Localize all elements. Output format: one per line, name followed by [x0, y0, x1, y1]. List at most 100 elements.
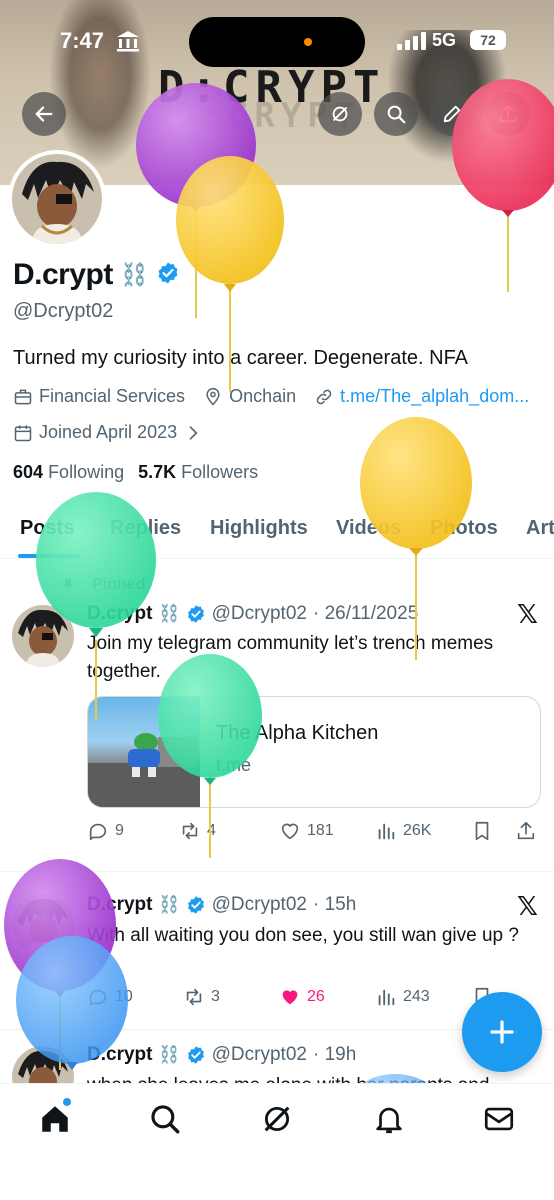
profile-handle: @Dcrypt02	[13, 300, 114, 322]
active-tab-indicator	[18, 554, 80, 558]
chain-emoji: ⛓️	[158, 895, 180, 914]
link-preview-image	[88, 697, 200, 807]
avatar-image	[12, 154, 102, 244]
chain-emoji: ⛓️	[158, 604, 180, 623]
search-icon	[387, 105, 406, 124]
grok-icon	[332, 106, 348, 122]
views-button[interactable]: 243	[375, 986, 430, 1008]
views-icon	[378, 989, 395, 1006]
profile-meta-row: Financial Services Onchain t.me/The_alpl…	[13, 386, 529, 407]
post-avatar[interactable]	[12, 605, 74, 667]
like-button[interactable]: 181	[279, 820, 334, 842]
nav-search[interactable]	[148, 1102, 182, 1136]
reply-icon	[89, 823, 107, 841]
status-time: 7:47	[60, 28, 105, 53]
profile-link[interactable]: t.me/The_alplah_dom...	[340, 386, 529, 407]
profile-joined-row[interactable]: Joined April 2023	[13, 422, 203, 443]
repost-icon	[186, 988, 202, 1006]
home-icon	[42, 1106, 68, 1132]
search-button[interactable]	[374, 92, 418, 136]
battery-icon: 72	[470, 30, 506, 50]
link-icon	[316, 389, 332, 404]
link-preview-card[interactable]: The Alpha Kitchen t.me	[87, 696, 541, 808]
home-notification-dot	[63, 1098, 71, 1106]
post-header: D.crypt ⛓️ @Dcrypt02 · 15h	[87, 894, 356, 916]
tab-videos[interactable]: Videos	[336, 517, 401, 540]
briefcase-icon	[14, 389, 32, 404]
followers-label: Followers	[181, 462, 259, 482]
reply-count: 10	[115, 988, 133, 1005]
repost-button[interactable]: 4	[179, 820, 216, 842]
tab-replies[interactable]: Replies	[110, 517, 181, 540]
verified-badge-icon	[187, 896, 204, 914]
reply-button[interactable]: 10	[87, 986, 133, 1008]
post-author-handle: @Dcrypt02	[211, 1044, 307, 1065]
reply-count: 9	[115, 822, 124, 839]
nav-grok[interactable]	[260, 1102, 294, 1136]
tab-photos[interactable]: Photos	[430, 517, 498, 540]
signal-icon	[397, 32, 426, 50]
x-logo-icon: 𝕏	[517, 892, 538, 922]
reply-button[interactable]: 9	[87, 820, 124, 842]
edit-icon	[443, 105, 461, 123]
tab-highlights[interactable]: Highlights	[210, 517, 308, 540]
profile-bio: Turned my curiosity into a career. Degen…	[13, 347, 469, 369]
profile-category: Financial Services	[39, 386, 186, 406]
like-button[interactable]: 26	[279, 986, 325, 1008]
post-author-name[interactable]: D.crypt	[87, 894, 152, 916]
nav-home[interactable]	[38, 1102, 72, 1136]
profile-location: Onchain	[229, 386, 297, 406]
dynamic-island	[189, 17, 365, 67]
compose-button[interactable]	[462, 992, 542, 1072]
network-type: 5G	[432, 30, 457, 50]
post-item[interactable]: D.crypt ⛓️ @Dcrypt02 · 26/11/2025 𝕏 Join…	[0, 560, 554, 872]
grok-button[interactable]	[318, 92, 362, 136]
post-author-name[interactable]: D.crypt	[87, 1044, 152, 1066]
post-timestamp: · 19h	[312, 1044, 357, 1065]
post-author-name[interactable]: D.crypt	[87, 603, 152, 625]
share-button[interactable]	[486, 92, 530, 136]
followers-link[interactable]: 5.7K Followers	[138, 462, 258, 483]
chevron-right-icon	[189, 425, 198, 440]
following-link[interactable]: 604 Following	[13, 462, 124, 483]
post-author-handle: @Dcrypt02	[211, 603, 307, 624]
tab-posts[interactable]: Posts	[20, 517, 74, 540]
share-post-button[interactable]	[515, 820, 537, 842]
post-text: With all waiting you don see, you still …	[87, 925, 519, 946]
verified-badge-icon	[187, 1046, 204, 1064]
post-avatar[interactable]	[12, 894, 74, 956]
heart-icon	[281, 823, 299, 840]
views-icon	[378, 823, 395, 840]
nav-notifications[interactable]	[372, 1102, 406, 1136]
views-button[interactable]: 26K	[375, 820, 431, 842]
bookmark-icon	[475, 821, 489, 841]
profile-name: D.crypt	[13, 258, 113, 291]
post-text: when she leaves me alone with her parent…	[87, 1072, 527, 1083]
verified-badge-icon[interactable]	[156, 261, 180, 290]
calendar-icon	[14, 425, 32, 441]
nav-messages[interactable]	[482, 1102, 516, 1136]
back-button[interactable]	[22, 92, 66, 136]
profile-joined: Joined April 2023	[39, 422, 178, 442]
bank-icon	[117, 31, 139, 52]
share-icon	[517, 821, 535, 840]
share-icon	[499, 104, 517, 123]
status-bar: 7:47 5G 72	[0, 0, 554, 80]
search-icon	[151, 1105, 180, 1134]
profile-avatar[interactable]	[8, 150, 106, 248]
post-timestamp: · 26/11/2025	[312, 603, 419, 624]
repost-button[interactable]: 3	[183, 986, 220, 1008]
tab-art[interactable]: Art	[526, 517, 554, 540]
link-preview-domain: t.me	[216, 755, 252, 775]
post-avatar[interactable]	[12, 1046, 74, 1083]
heart-filled-icon	[282, 990, 298, 1005]
repost-icon	[182, 822, 198, 840]
plus-icon	[490, 1020, 514, 1044]
post-header: D.crypt ⛓️ @Dcrypt02 · 19h	[87, 1044, 356, 1066]
post-header: D.crypt ⛓️ @Dcrypt02 · 26/11/2025	[87, 603, 418, 625]
repost-count: 4	[207, 822, 216, 839]
messages-icon	[484, 1107, 514, 1131]
edit-button[interactable]	[430, 92, 474, 136]
bookmark-button[interactable]	[471, 820, 493, 842]
post-timestamp: · 15h	[312, 894, 357, 915]
